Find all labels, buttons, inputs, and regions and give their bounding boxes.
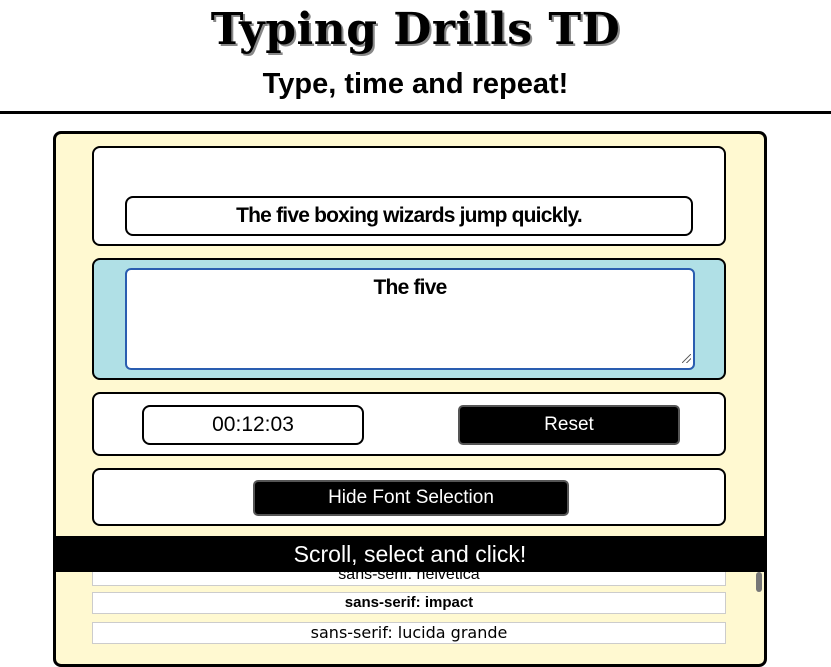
typing-panel: The five boxing wizards jump quickly. Th… [53, 131, 767, 667]
reset-button[interactable]: Reset [458, 405, 680, 445]
timer-card: 00:12:03 Reset [92, 392, 726, 456]
target-sentence: The five boxing wizards jump quickly. [125, 196, 693, 236]
timer-display: 00:12:03 [142, 405, 364, 445]
header-divider [0, 111, 831, 114]
typing-input-card: The five [92, 258, 726, 380]
font-option-impact[interactable]: sans-serif: impact [92, 592, 726, 614]
font-selection-banner: Scroll, select and click! [56, 536, 764, 572]
typing-input[interactable]: The five [125, 268, 695, 370]
target-sentence-card: The five boxing wizards jump quickly. [92, 146, 726, 246]
site-title: Typing Drills TD [210, 4, 621, 55]
font-list[interactable]: sans-serif: helvetica sans-serif: impact… [56, 572, 764, 664]
resize-grip-icon[interactable] [682, 354, 691, 363]
font-option-lucida-grande[interactable]: sans-serif: lucida grande [92, 622, 726, 644]
font-list-scrollbar[interactable] [756, 572, 762, 592]
site-subtitle: Type, time and repeat! [262, 68, 569, 100]
site-header: Typing Drills TD Type, time and repeat! [0, 0, 831, 114]
font-option-helvetica[interactable]: sans-serif: helvetica [92, 572, 726, 586]
hide-font-selection-button[interactable]: Hide Font Selection [253, 480, 569, 516]
font-toggle-card: Hide Font Selection [92, 468, 726, 526]
